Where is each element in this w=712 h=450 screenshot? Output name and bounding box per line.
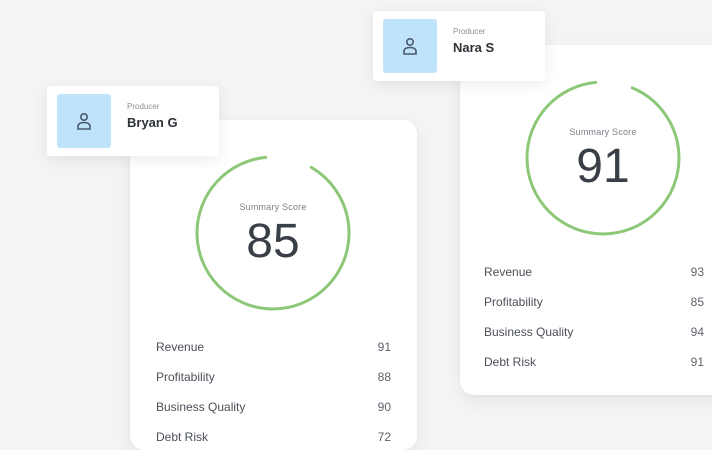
- producer-tag-nara[interactable]: Producer Nara S: [373, 11, 545, 81]
- metric-value: 90: [377, 400, 391, 414]
- metric-label: Debt Risk: [156, 430, 209, 444]
- producer-role: Producer: [453, 27, 486, 36]
- metric-label: Debt Risk: [484, 355, 537, 369]
- metric-row-profitability: Profitability 88: [156, 370, 391, 400]
- metric-label: Profitability: [484, 295, 543, 309]
- summary-score-ring: Summary Score 85: [188, 148, 358, 318]
- summary-score-label: Summary Score: [569, 127, 637, 137]
- metric-row-debt-risk: Debt Risk 91: [484, 355, 704, 385]
- metric-row-business-quality: Business Quality 90: [156, 400, 391, 430]
- metric-value: 91: [377, 340, 391, 354]
- person-icon: [403, 37, 417, 55]
- producer-tag-bryan[interactable]: Producer Bryan G: [47, 86, 219, 156]
- metrics-list: Revenue 93 Profitability 85 Business Qua…: [484, 265, 704, 385]
- producer-name: Nara S: [453, 40, 495, 55]
- metric-value: 85: [690, 295, 704, 309]
- metric-row-revenue: Revenue 93: [484, 265, 704, 295]
- summary-score-ring: Summary Score 91: [518, 73, 688, 243]
- metric-value: 91: [690, 355, 704, 369]
- person-icon: [77, 112, 91, 130]
- summary-score-label: Summary Score: [239, 202, 307, 212]
- metric-row-profitability: Profitability 85: [484, 295, 704, 325]
- producer-card-bryan: Summary Score 85 Revenue 91 Profitabilit…: [130, 120, 417, 450]
- producer-role: Producer: [127, 102, 160, 111]
- metric-label: Business Quality: [484, 325, 574, 339]
- metric-label: Revenue: [484, 265, 533, 279]
- metric-value: 94: [690, 325, 704, 339]
- summary-score-value: 85: [246, 215, 300, 268]
- metric-row-debt-risk: Debt Risk 72: [156, 430, 391, 450]
- avatar: [57, 94, 111, 148]
- metric-value: 72: [377, 430, 391, 444]
- metric-label: Profitability: [156, 370, 215, 384]
- metric-label: Revenue: [156, 340, 205, 354]
- summary-score-value: 91: [576, 140, 630, 193]
- producer-name: Bryan G: [127, 115, 178, 130]
- metric-row-business-quality: Business Quality 94: [484, 325, 704, 355]
- avatar: [383, 19, 437, 73]
- metric-value: 93: [690, 265, 704, 279]
- producer-card-nara: Summary Score 91 Revenue 93 Profitabilit…: [460, 45, 712, 395]
- metric-value: 88: [377, 370, 391, 384]
- metric-label: Business Quality: [156, 400, 246, 414]
- metric-row-revenue: Revenue 91: [156, 340, 391, 370]
